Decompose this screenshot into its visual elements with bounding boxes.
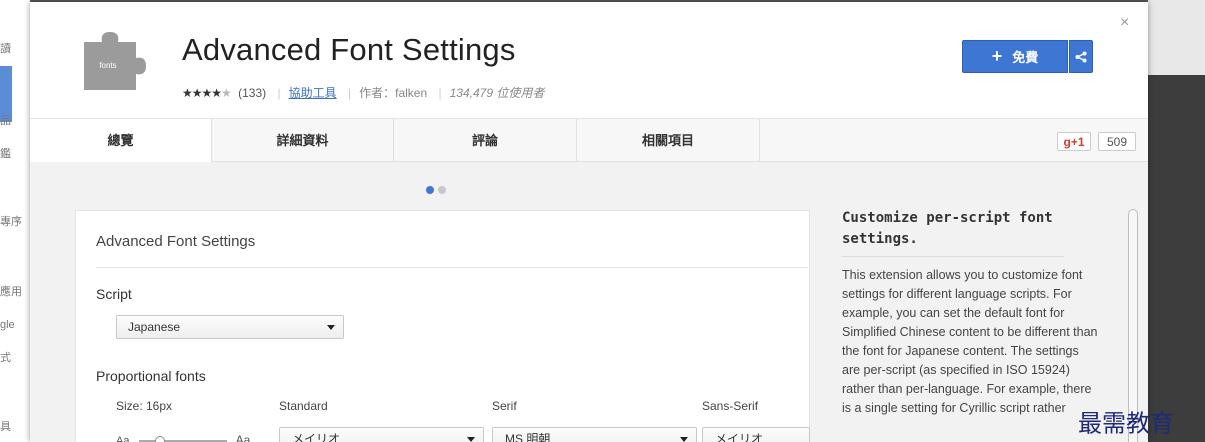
font-size-slider-row: Aa Aa: [116, 433, 250, 442]
extension-meta: ★★★★★ (133) | 協助工具 | 作者：falken | 134,479 位使…: [182, 84, 544, 101]
tab-overview[interactable]: 總覽: [30, 119, 212, 163]
sans-serif-font-value: メイリオ: [715, 432, 764, 442]
watermark-text: 最需教育: [1078, 409, 1174, 438]
divider: |: [277, 86, 281, 100]
user-count: 134,479 位使用者: [449, 86, 545, 100]
stars-filled: ★★★★: [182, 86, 222, 100]
script-label: Script: [96, 286, 132, 302]
divider: |: [347, 86, 352, 100]
tab-bar: 總覽 詳細資料 評論 相關項目 g+1 509: [30, 118, 1148, 163]
serif-font-select[interactable]: MS 明朝: [492, 427, 697, 442]
chevron-down-icon: [467, 437, 475, 442]
proportional-fonts-label: Proportional fonts: [96, 368, 206, 384]
google-plus-button[interactable]: g+1: [1057, 132, 1091, 151]
description-body: This extension allows you to customize f…: [842, 268, 1098, 415]
tab-related[interactable]: 相關項目: [577, 119, 760, 162]
font-size-label: Size: 16px: [116, 399, 173, 413]
rating-count[interactable]: (133): [238, 86, 266, 100]
preview-divider: [96, 267, 808, 268]
background-label: 讀: [0, 43, 11, 55]
sans-serif-column-header: Sans-Serif: [702, 399, 759, 413]
serif-font-value: MS 明朝: [505, 432, 551, 442]
stars-empty: ★: [221, 86, 232, 100]
description-divider: [842, 256, 1064, 257]
slider-small-label: Aa: [116, 435, 130, 442]
font-size-slider[interactable]: [138, 436, 227, 442]
preview-title: Advanced Font Settings: [96, 233, 256, 250]
background-label: 具: [0, 421, 11, 433]
background-label: 品: [0, 115, 11, 127]
background-page: 讀 品 鑑 專序 應用 gle 式 具: [0, 0, 30, 442]
divider: |: [438, 86, 442, 100]
share-button[interactable]: [1069, 40, 1093, 73]
tab-details[interactable]: 詳細資料: [212, 119, 394, 162]
extension-dialog: fonts Advanced Font Settings ★★★★★ (133)…: [30, 2, 1148, 442]
background-label: 鑑: [0, 148, 11, 160]
google-plus-count: 509: [1098, 132, 1136, 151]
background-label: 應用: [0, 286, 22, 298]
chevron-down-icon: [327, 325, 335, 330]
standard-font-value: メイリオ: [292, 432, 341, 442]
rating-stars: ★★★★★: [182, 86, 232, 100]
background-header: [1148, 0, 1205, 75]
sans-serif-font-select[interactable]: メイリオ: [702, 427, 810, 442]
standard-font-select[interactable]: メイリオ: [279, 427, 484, 442]
add-button-label: 免費: [1012, 50, 1039, 65]
plus-icon: +: [991, 46, 1003, 66]
script-select[interactable]: Japanese: [116, 315, 344, 339]
extension-title: Advanced Font Settings: [182, 32, 516, 67]
carousel-dot-active[interactable]: [426, 186, 434, 194]
share-icon: [1075, 51, 1087, 62]
puzzle-piece-icon: fonts: [78, 28, 150, 94]
slider-thumb[interactable]: [154, 436, 165, 442]
dialog-header: fonts Advanced Font Settings ★★★★★ (133)…: [30, 2, 1148, 118]
overview-panel: Advanced Font Settings Script Japanese P…: [30, 162, 1148, 442]
carousel-dot[interactable]: [438, 186, 446, 194]
carousel-dots: [426, 181, 450, 199]
description-heading: Customize per-script font settings.: [842, 210, 1053, 247]
author-label: 作者：falken: [359, 86, 428, 100]
category-link[interactable]: 協助工具: [289, 86, 337, 100]
slider-large-label: Aa: [235, 433, 251, 442]
background-label: gle: [0, 319, 15, 331]
background-label: 專序: [0, 216, 22, 228]
standard-column-header: Standard: [279, 399, 328, 413]
script-select-value: Japanese: [128, 320, 181, 334]
icon-label: fonts: [99, 61, 116, 70]
tab-reviews[interactable]: 評論: [394, 119, 577, 162]
screenshot-preview[interactable]: Advanced Font Settings Script Japanese P…: [75, 210, 810, 442]
serif-column-header: Serif: [492, 399, 517, 413]
close-icon[interactable]: ×: [1120, 14, 1129, 32]
add-free-button[interactable]: + 免費: [962, 40, 1068, 73]
chevron-down-icon: [680, 437, 688, 442]
background-label: 式: [0, 352, 11, 364]
